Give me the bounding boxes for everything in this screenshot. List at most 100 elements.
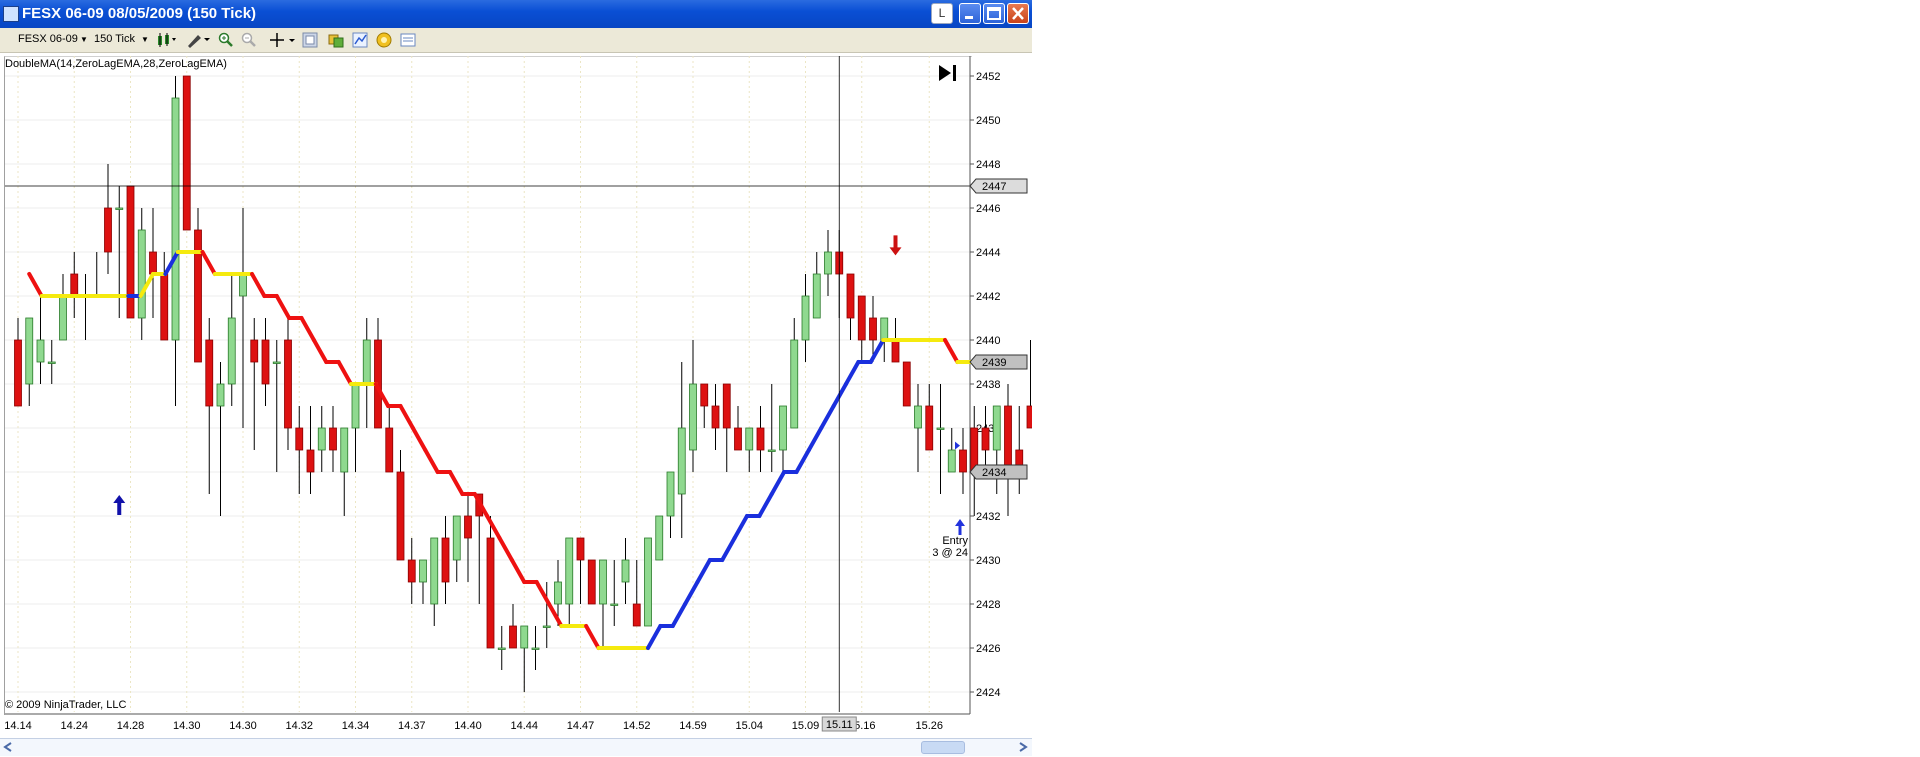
candle-down (126, 185, 135, 319)
time-tick-label: 15.04 (735, 720, 763, 732)
moving-average-segment (274, 294, 292, 320)
candle-up (419, 559, 427, 583)
moving-average-segment (819, 404, 836, 430)
candle-down (1004, 405, 1012, 473)
candle-up (430, 537, 439, 605)
candlestick-style-icon[interactable] (156, 32, 178, 48)
chart-properties-icon[interactable] (400, 32, 416, 48)
zoom-out-icon[interactable] (241, 32, 257, 48)
link-button-label: L (938, 6, 946, 20)
candle-down (70, 273, 79, 297)
instrument-selector[interactable]: FESX 06-09 (18, 33, 78, 45)
candle-down (925, 405, 934, 451)
candle-up (655, 515, 664, 561)
moving-average-segment (844, 360, 861, 386)
candle-down (182, 75, 191, 231)
data-box-icon[interactable] (376, 32, 392, 48)
last-price-tag-text: 2439 (982, 357, 1006, 369)
moving-average-segment (943, 338, 960, 364)
candle-down (104, 207, 112, 253)
moving-average-segment (497, 536, 514, 562)
time-tick-label: 14.59 (679, 720, 707, 732)
price-tick-label: 2452 (976, 71, 1000, 83)
chart-toolbar: FESX 06-09 ▼ 150 Tick ▼ (0, 28, 1032, 53)
candle-up (880, 317, 889, 341)
candle-down (891, 339, 900, 363)
interval-dropdown-icon[interactable]: ▼ (141, 35, 149, 44)
title-bar[interactable]: FESX 06-09 08/05/2009 (150 Tick) L (0, 0, 1032, 28)
candle-up (824, 251, 832, 275)
close-button[interactable] (1007, 3, 1029, 24)
price-chart[interactable]: 2424242624282430243224342436243824402442… (0, 56, 1032, 738)
properties-icon[interactable] (302, 32, 318, 48)
candle-up (914, 405, 922, 429)
moving-average-segment (509, 558, 527, 584)
strategies-icon[interactable] (328, 32, 344, 48)
close-icon (1012, 7, 1024, 20)
moving-average-segment (485, 514, 502, 540)
instrument-dropdown-icon[interactable]: ▼ (80, 35, 88, 44)
price-tick-label: 2438 (976, 379, 1000, 391)
moving-average-segment (720, 536, 737, 562)
moving-average-segment (410, 426, 428, 452)
time-tick-label: 14.34 (342, 720, 370, 732)
time-tick-label: 14.24 (60, 720, 88, 732)
scroll-to-end-icon[interactable] (939, 65, 951, 81)
candle-down (205, 339, 214, 407)
price-tick-label: 2444 (976, 247, 1000, 259)
candle-down (1026, 405, 1032, 429)
candle-up (47, 361, 56, 364)
candle-down (261, 339, 270, 385)
crosshair-time-label: 15.11 (826, 719, 853, 731)
candle-down (396, 471, 405, 561)
indicators-icon[interactable] (352, 32, 368, 48)
zoom-in-icon[interactable] (218, 32, 234, 48)
candle-down (160, 273, 169, 341)
time-tick-label: 14.32 (285, 720, 313, 732)
maximize-button[interactable] (983, 3, 1005, 24)
price-tick-label: 2432 (976, 511, 1000, 523)
candle-up (36, 339, 45, 363)
candle-down (711, 405, 720, 429)
moving-average-segment (311, 338, 329, 364)
candle-down (284, 339, 292, 429)
scroll-thumb[interactable] (921, 741, 965, 754)
moving-average-segment (683, 580, 700, 606)
interval-selector[interactable]: 150 Tick (94, 33, 135, 45)
candle-up (790, 339, 799, 429)
candle-down (587, 559, 596, 605)
candle-up (317, 427, 326, 451)
time-tick-label: 15.26 (915, 720, 943, 732)
minimize-button[interactable] (959, 3, 981, 24)
moving-average-segment (423, 448, 440, 474)
entry-detail-label: 3 @ 24 (932, 547, 968, 559)
candle-down (250, 339, 259, 363)
candle-up (644, 537, 652, 627)
candle-down (959, 449, 967, 473)
draw-tool-icon[interactable] (186, 32, 212, 48)
crosshair-price-tag-text: 2447 (982, 181, 1006, 193)
candle-up (239, 273, 247, 297)
candle-down (722, 383, 731, 429)
scroll-to-end-bar-icon[interactable] (953, 65, 956, 81)
horizontal-scrollbar[interactable] (0, 738, 1032, 756)
candle-down (902, 361, 911, 407)
moving-average-segment (398, 404, 415, 430)
candle-up (812, 273, 821, 319)
candle-up (767, 449, 776, 452)
copyright-text: © 2009 NinjaTrader, LLC (5, 699, 127, 711)
candle-up (947, 449, 956, 473)
price-tick-label: 2430 (976, 555, 1000, 567)
candle-down (509, 625, 517, 649)
time-tick-label: 14.30 (229, 720, 257, 732)
price-tick-label: 2448 (976, 159, 1000, 171)
link-button[interactable]: L (931, 3, 953, 24)
candle-down (869, 317, 877, 341)
crosshair-icon[interactable] (269, 32, 297, 48)
scroll-right-icon[interactable] (1016, 740, 1030, 754)
scroll-left-icon[interactable] (1, 740, 15, 754)
candle-down (149, 251, 157, 275)
price-tick-label: 2442 (976, 291, 1000, 303)
moving-average-segment (27, 272, 44, 298)
candle-up (227, 317, 236, 385)
